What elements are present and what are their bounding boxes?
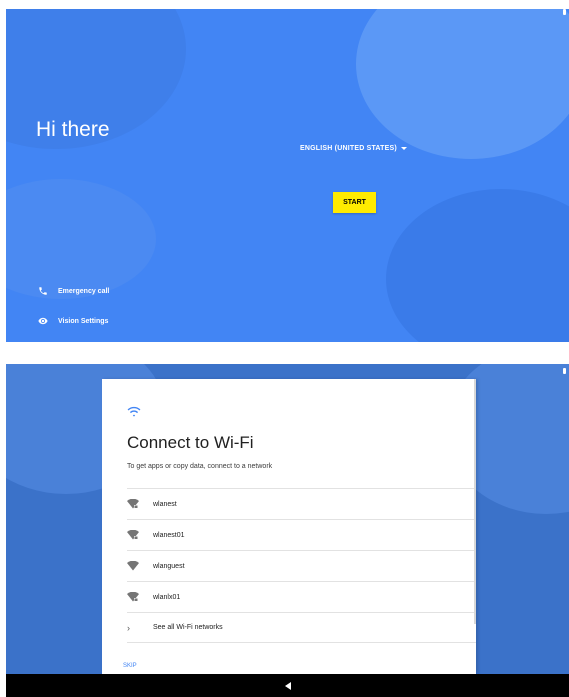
- see-all-networks-row[interactable]: › See all Wi-Fi networks: [127, 612, 476, 643]
- network-name: wlanlx01: [153, 593, 181, 601]
- language-label: ENGLISH (UNITED STATES): [300, 145, 397, 152]
- skip-button[interactable]: SKIP: [123, 663, 137, 669]
- see-all-label: See all Wi-Fi networks: [153, 624, 223, 631]
- emergency-call-label: Emergency call: [58, 287, 110, 295]
- dropdown-arrow-icon: [400, 147, 407, 150]
- page-subtitle: To get apps or copy data, connect to a n…: [127, 463, 273, 470]
- network-name: wlanest: [153, 500, 177, 508]
- navigation-bar: [6, 674, 569, 697]
- wifi-card: Connect to Wi-Fi To get apps or copy dat…: [102, 379, 476, 674]
- network-row[interactable]: wlanlx01: [127, 581, 476, 612]
- network-name: wlanest01: [153, 531, 185, 539]
- phone-icon: [39, 287, 47, 295]
- eye-icon: [38, 317, 48, 325]
- greeting-title: Hi there: [36, 118, 110, 141]
- wifi-locked-icon: [127, 499, 139, 509]
- page-title: Connect to Wi-Fi: [127, 433, 254, 452]
- language-selector[interactable]: ENGLISH (UNITED STATES): [300, 145, 407, 152]
- background-shape: [356, 9, 569, 159]
- battery-icon: [563, 9, 566, 15]
- emergency-call-link[interactable]: Emergency call: [38, 286, 109, 296]
- wifi-header-icon: [127, 406, 141, 417]
- chevron-right-icon: ›: [127, 622, 130, 633]
- battery-icon: [563, 368, 566, 374]
- network-list: wlanest wlanest01 wlanguest wlanlx01 › S…: [127, 488, 476, 643]
- network-row[interactable]: wlanguest: [127, 550, 476, 581]
- vision-settings-label: Vision Settings: [58, 317, 109, 325]
- back-triangle-icon[interactable]: [284, 681, 291, 690]
- network-row[interactable]: wlanest: [127, 488, 476, 519]
- vision-settings-link[interactable]: Vision Settings: [38, 316, 108, 326]
- scrollbar[interactable]: [474, 379, 476, 624]
- background-shape: [6, 179, 156, 299]
- start-button[interactable]: START: [333, 192, 376, 213]
- welcome-screen: Hi there ENGLISH (UNITED STATES) START E…: [6, 9, 569, 342]
- network-name: wlanguest: [153, 562, 185, 570]
- background-shape: [386, 189, 569, 342]
- wifi-setup-screen: Connect to Wi-Fi To get apps or copy dat…: [6, 364, 569, 674]
- wifi-icon: [127, 561, 139, 571]
- wifi-locked-icon: [127, 592, 139, 602]
- wifi-locked-icon: [127, 530, 139, 540]
- network-row[interactable]: wlanest01: [127, 519, 476, 550]
